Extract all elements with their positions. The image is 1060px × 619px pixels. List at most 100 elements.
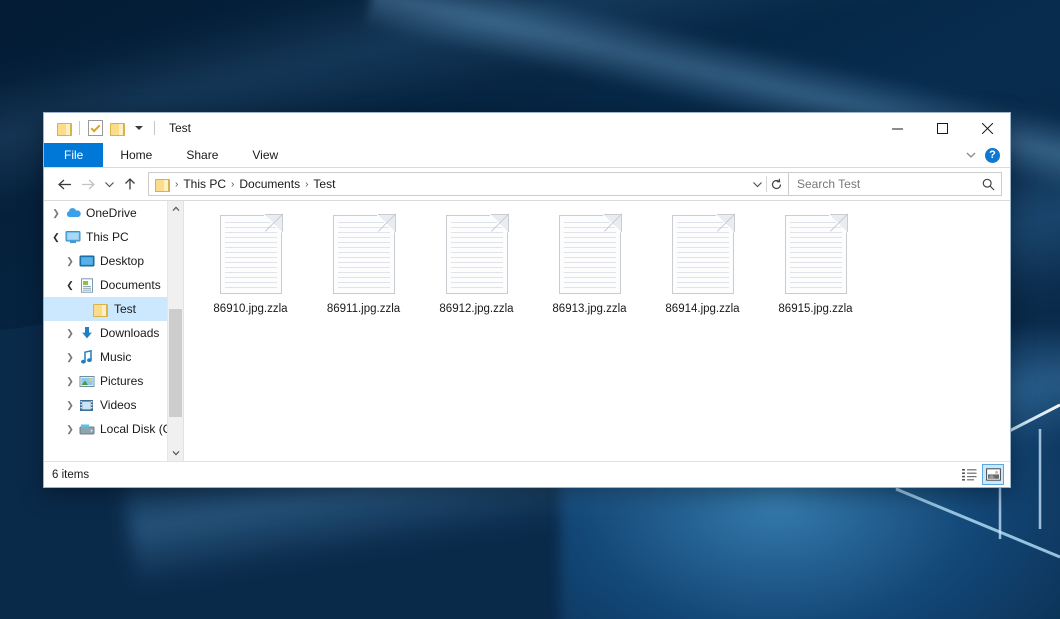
minimize-button[interactable] [875,113,920,143]
sidebar-label-test: Test [114,302,136,316]
chevron-right-icon[interactable]: ❯ [62,417,78,441]
item-count-label: 6 items [52,469,89,481]
window-controls [875,113,1010,143]
new-folder-icon[interactable] [106,117,128,139]
scroll-down-arrow[interactable] [168,445,183,461]
ribbon-tabs: File Home Share View ? [44,143,1010,168]
file-grid: 86910.jpg.zzla 86911.jpg.zzla 86912.jpg.… [184,201,1010,315]
search-icon[interactable] [982,178,995,191]
sidebar-item-test[interactable]: ❯ Test [44,297,183,321]
close-button[interactable] [965,113,1010,143]
file-name: 86914.jpg.zzla [665,303,739,315]
window-body: ❯ OneDrive ❮ This PC ❯ Desktop [44,201,1010,461]
title-bar: Test [44,113,1010,143]
sidebar-item-this-pc[interactable]: ❮ This PC [44,225,183,249]
scrollbar-thumb[interactable] [169,309,182,417]
sidebar-label-documents: Documents [100,278,161,292]
breadcrumb-folder-icon [155,178,170,191]
file-name: 86911.jpg.zzla [327,303,400,315]
harddisk-icon [78,421,95,437]
folder-icon[interactable] [53,117,75,139]
tab-view[interactable]: View [235,143,295,167]
music-icon [78,349,95,365]
chevron-right-icon[interactable]: ❯ [62,345,78,369]
breadcrumb-item-this-pc[interactable]: This PC [179,177,230,191]
folder-icon [92,301,109,317]
sidebar-label-onedrive: OneDrive [86,206,137,220]
refresh-icon[interactable] [767,174,785,194]
sidebar-label-pictures: Pictures [100,374,143,388]
file-name: 86915.jpg.zzla [778,303,852,315]
search-box[interactable] [789,172,1002,196]
breadcrumb-item-documents[interactable]: Documents [235,177,304,191]
ribbon-right-controls: ? [965,143,1006,167]
chevron-down-icon[interactable]: ❮ [48,225,64,249]
chevron-down-icon[interactable]: ❮ [62,273,78,297]
file-item[interactable]: 86915.jpg.zzla [759,213,872,315]
file-name: 86913.jpg.zzla [552,303,626,315]
window-title: Test [169,113,191,143]
nav-pane-scrollbar[interactable] [167,201,183,461]
navigation-pane: ❯ OneDrive ❮ This PC ❯ Desktop [44,201,184,461]
sidebar-item-pictures[interactable]: ❯ Pictures [44,369,183,393]
tab-home[interactable]: Home [103,143,169,167]
sidebar-item-onedrive[interactable]: ❯ OneDrive [44,201,183,225]
chevron-right-icon[interactable]: ❯ [62,393,78,417]
file-item[interactable]: 86913.jpg.zzla [533,213,646,315]
status-bar: 6 items [44,461,1010,487]
sidebar-item-desktop[interactable]: ❯ Desktop [44,249,183,273]
downloads-icon [78,325,95,341]
breadcrumb[interactable]: › This PC › Documents › Test [148,172,789,196]
tree-spacer: ❯ [76,297,92,321]
sidebar-label-videos: Videos [100,398,136,412]
details-view-button[interactable] [958,464,980,485]
forward-button[interactable] [76,172,100,196]
search-input[interactable] [795,176,982,192]
chevron-right-icon[interactable]: ❯ [62,369,78,393]
properties-icon[interactable] [84,117,106,139]
generic-document-icon [672,215,734,294]
documents-icon [78,277,95,293]
tab-share[interactable]: Share [169,143,235,167]
file-name: 86910.jpg.zzla [213,303,287,315]
tab-file[interactable]: File [44,143,103,167]
toolbar-separator [79,121,80,135]
monitor-icon [64,229,81,245]
sidebar-item-music[interactable]: ❯ Music [44,345,183,369]
generic-document-icon [220,215,282,294]
videos-icon [78,397,95,413]
chevron-down-icon[interactable] [965,149,977,161]
file-item[interactable]: 86910.jpg.zzla [194,213,307,315]
help-icon[interactable]: ? [985,148,1000,163]
large-icons-view-button[interactable] [982,464,1004,485]
sidebar-item-downloads[interactable]: ❯ Downloads [44,321,183,345]
toolbar-separator-2 [154,121,155,135]
recent-locations-button[interactable] [100,172,118,196]
pictures-icon [78,373,95,389]
chevron-right-icon[interactable]: ❯ [48,201,64,225]
back-button[interactable] [52,172,76,196]
sidebar-label-desktop: Desktop [100,254,144,268]
chevron-down-icon[interactable] [128,117,150,139]
maximize-button[interactable] [920,113,965,143]
file-item[interactable]: 86911.jpg.zzla [307,213,420,315]
file-list-view[interactable]: 86910.jpg.zzla 86911.jpg.zzla 86912.jpg.… [184,201,1010,461]
desktop-icon [78,253,95,269]
up-button[interactable] [118,172,142,196]
sidebar-item-local-disk-c[interactable]: ❯ Local Disk (C:) [44,417,183,441]
address-bar-row: › This PC › Documents › Test [44,168,1010,201]
generic-document-icon [446,215,508,294]
sidebar-label-this-pc: This PC [86,230,129,244]
breadcrumb-item-test[interactable]: Test [309,177,339,191]
address-dropdown-icon[interactable] [748,174,766,194]
file-item[interactable]: 86914.jpg.zzla [646,213,759,315]
sidebar-item-documents[interactable]: ❮ Documents [44,273,183,297]
scroll-up-arrow[interactable] [168,201,183,217]
file-explorer-window: Test File Home Share View ? [43,112,1011,488]
chevron-right-icon[interactable]: ❯ [62,249,78,273]
chevron-right-icon[interactable]: ❯ [62,321,78,345]
sidebar-item-videos[interactable]: ❯ Videos [44,393,183,417]
quick-access-toolbar [44,113,159,143]
cloud-icon [64,205,81,221]
file-item[interactable]: 86912.jpg.zzla [420,213,533,315]
